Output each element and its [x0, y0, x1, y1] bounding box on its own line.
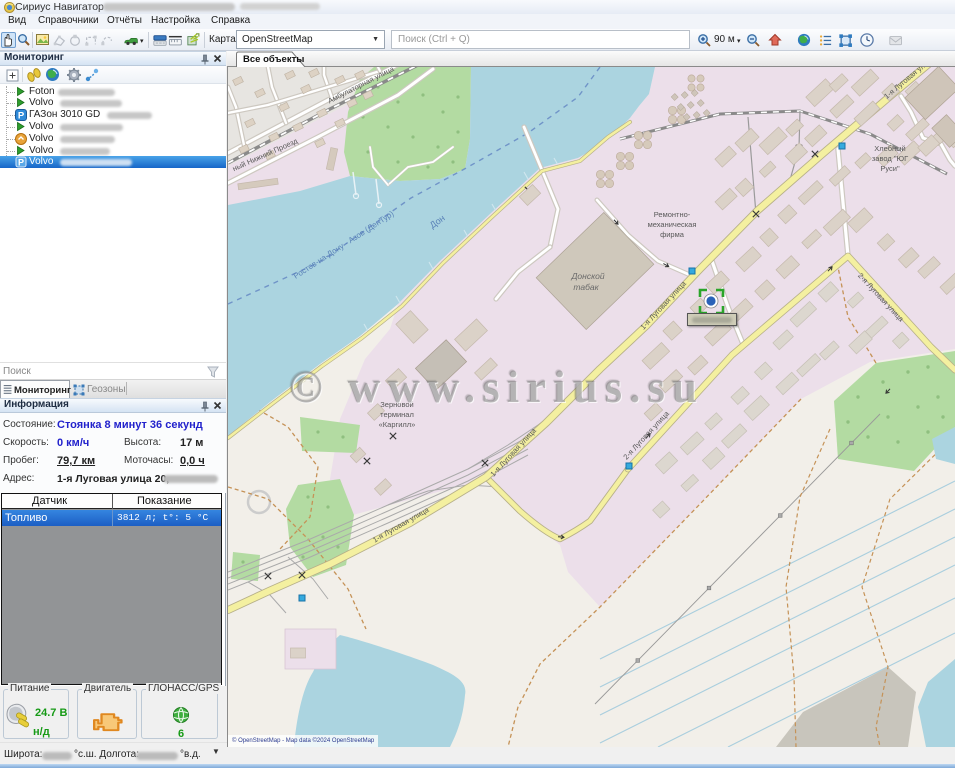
svg-text:Ремонтно-: Ремонтно-: [654, 210, 691, 219]
svg-text:P: P: [18, 157, 24, 167]
svg-text:Хлебный: Хлебный: [874, 144, 905, 153]
svg-text:Донской: Донской: [570, 271, 604, 281]
svg-text:механическая: механическая: [648, 220, 697, 229]
svg-text:P: P: [18, 111, 25, 122]
svg-text:табак: табак: [573, 282, 599, 292]
svg-text:«Каргилл»: «Каргилл»: [379, 420, 416, 429]
svg-text:фирма: фирма: [660, 230, 685, 239]
svg-text:Руси": Руси": [880, 164, 900, 173]
svg-text:завод "ЮГ: завод "ЮГ: [872, 154, 908, 163]
